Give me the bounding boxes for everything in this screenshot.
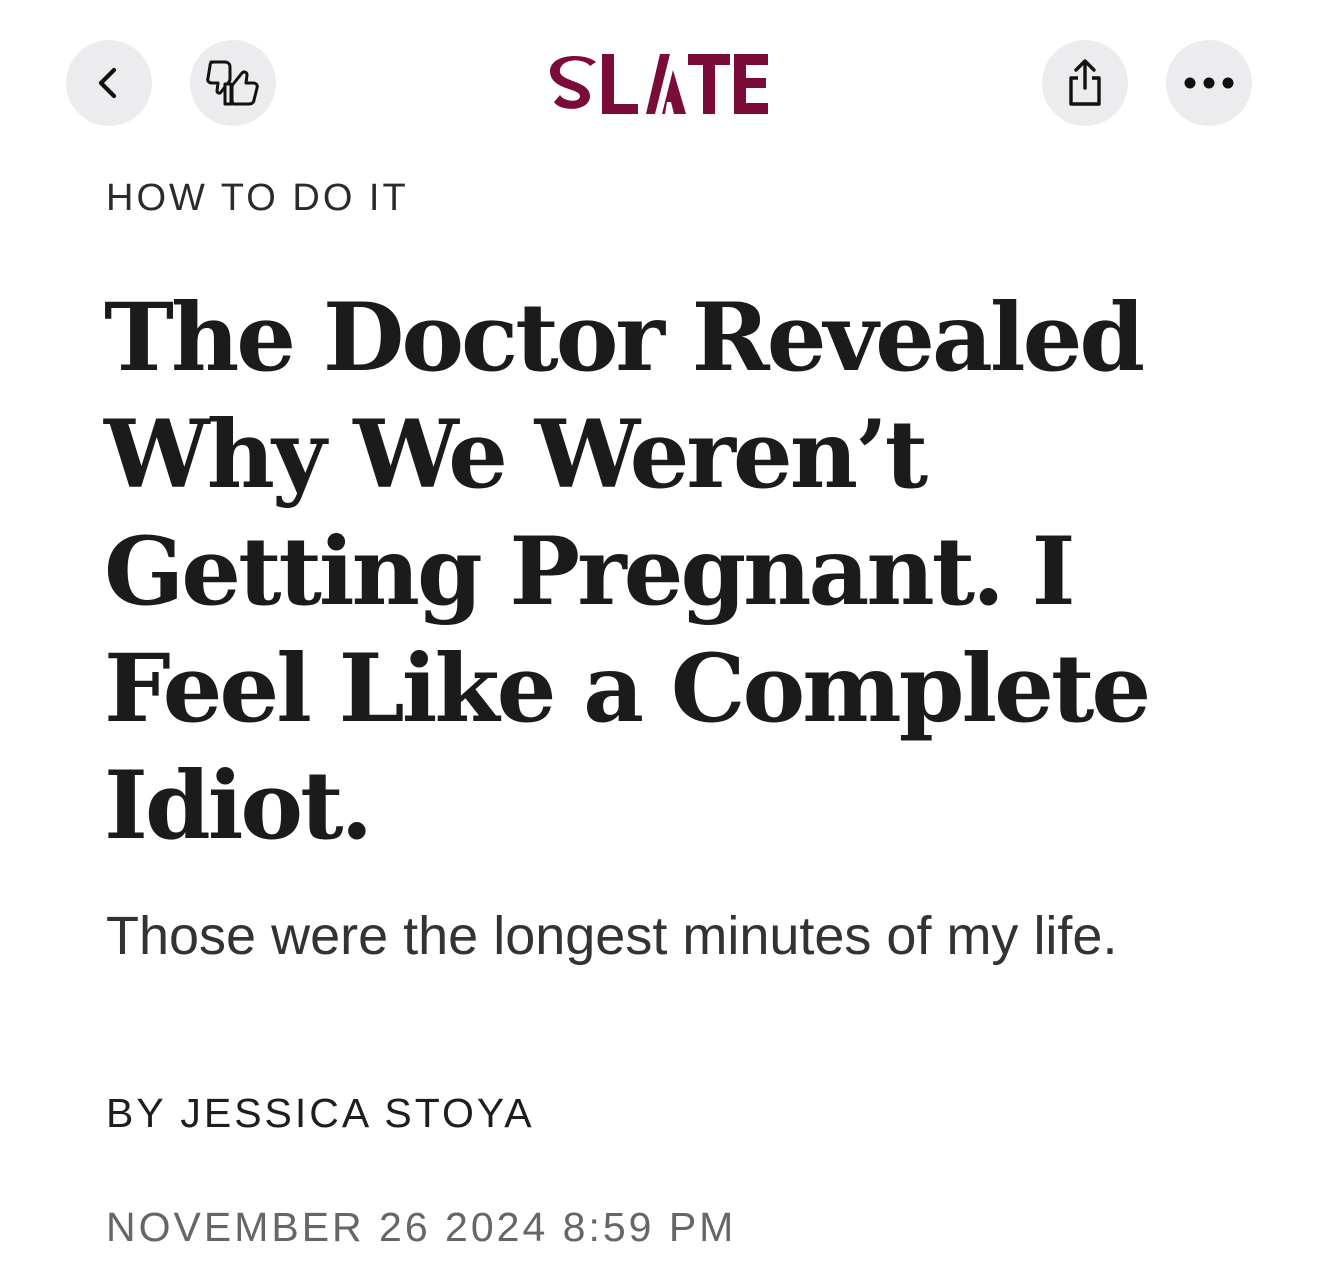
share-button[interactable] xyxy=(1042,40,1128,126)
author-link[interactable]: JESSICA STOYA xyxy=(180,1090,534,1136)
byline: BY JESSICA STOYA xyxy=(106,1090,535,1136)
byline-prefix: BY xyxy=(106,1090,166,1136)
more-options-button[interactable] xyxy=(1166,40,1252,126)
article-subheadline: Those were the longest minutes of my lif… xyxy=(106,906,1118,966)
section-kicker[interactable]: HOW TO DO IT xyxy=(106,178,409,218)
slate-logo-mark xyxy=(550,54,768,114)
article-headline: The Doctor Revealed Why We Weren’t Getti… xyxy=(104,283,1151,861)
top-toolbar xyxy=(0,0,1320,160)
publish-date: NOVEMBER 26 2024 8:59 PM xyxy=(106,1204,737,1250)
ellipsis-icon xyxy=(1184,77,1234,89)
share-icon xyxy=(1069,59,1101,106)
